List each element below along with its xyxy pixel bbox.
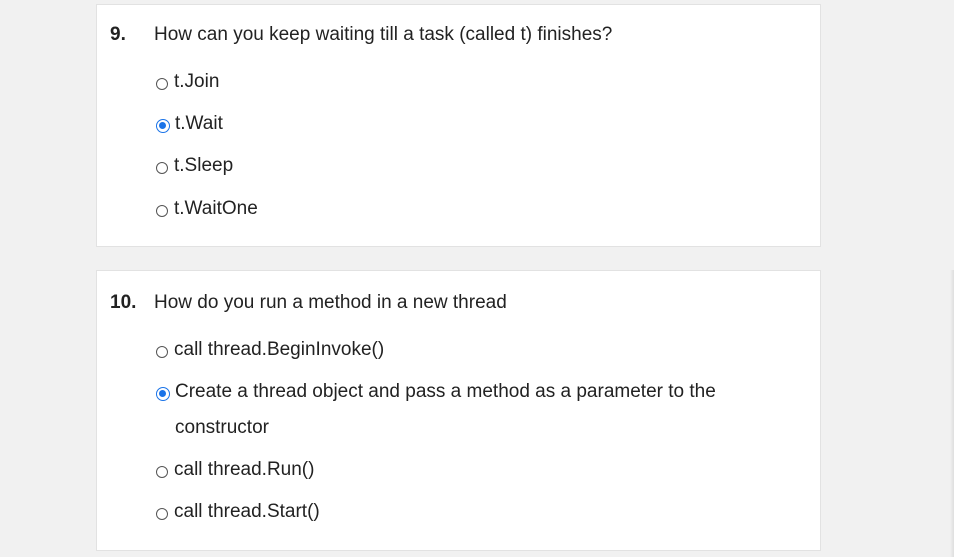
question-number: 10. xyxy=(110,292,137,313)
question-text: How can you keep waiting till a task (ca… xyxy=(154,24,613,45)
option-label: t.Sleep xyxy=(174,155,234,176)
option-start[interactable]: call thread.Start() xyxy=(156,501,320,530)
option-label: call thread.BeginInvoke() xyxy=(174,339,385,360)
radio-button[interactable] xyxy=(156,466,168,478)
option-label: call thread.Start() xyxy=(174,501,320,522)
radio-button[interactable] xyxy=(156,162,168,174)
scroll-edge-shadow xyxy=(950,270,954,557)
option-label: t.Join xyxy=(174,71,220,92)
option-begininvoke[interactable]: call thread.BeginInvoke() xyxy=(156,339,384,368)
radio-button[interactable] xyxy=(156,205,168,217)
option-create-thread-object[interactable]: Create a thread object and pass a method… xyxy=(156,381,775,446)
radio-button[interactable] xyxy=(156,346,168,358)
radio-button-selected[interactable] xyxy=(156,387,170,401)
option-t-join[interactable]: t.Join xyxy=(156,71,219,100)
question-text: How do you run a method in a new thread xyxy=(154,292,507,313)
option-label: call thread.Run() xyxy=(174,459,315,480)
option-label: t.Wait xyxy=(175,113,223,134)
option-run[interactable]: call thread.Run() xyxy=(156,459,314,488)
radio-button-selected[interactable] xyxy=(156,119,170,133)
radio-button[interactable] xyxy=(156,508,168,520)
question-card-10: 10. How do you run a method in a new thr… xyxy=(96,270,821,551)
option-label: t.WaitOne xyxy=(174,198,258,219)
option-t-sleep[interactable]: t.Sleep xyxy=(156,155,233,184)
question-card-9: 9. How can you keep waiting till a task … xyxy=(96,4,821,247)
question-number: 9. xyxy=(110,24,126,45)
option-t-wait[interactable]: t.Wait xyxy=(156,113,223,142)
option-label: Create a thread object and pass a method… xyxy=(175,381,716,438)
option-t-waitone[interactable]: t.WaitOne xyxy=(156,198,258,227)
radio-button[interactable] xyxy=(156,78,168,90)
